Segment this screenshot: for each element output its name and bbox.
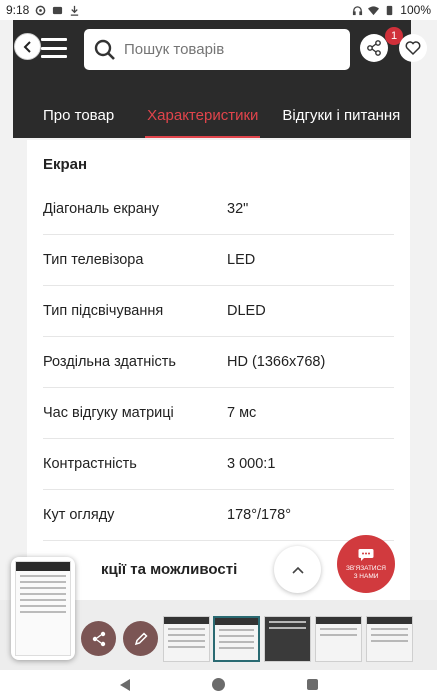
- spec-value: HD (1366x768): [227, 354, 326, 370]
- settings-icon: [36, 5, 46, 15]
- search-bar[interactable]: [84, 29, 350, 70]
- battery-icon: [387, 5, 393, 15]
- spec-key: Контрастність: [43, 456, 137, 472]
- spec-value: LED: [227, 252, 256, 268]
- search-input[interactable]: [124, 41, 324, 58]
- spec-row: Контрастність 3 000:1: [43, 439, 394, 490]
- spec-row: Діагональ екрану 32": [43, 184, 394, 235]
- app-header: 1 Про товар Характеристики Відгуки і пит…: [13, 20, 427, 138]
- thumbnail[interactable]: [315, 616, 362, 662]
- screen: 9:18 100% 1 Про товар Х: [0, 0, 437, 699]
- wifi-icon: [368, 5, 380, 15]
- back-button[interactable]: [14, 33, 41, 60]
- spec-key: Кут огляду: [43, 507, 115, 523]
- heart-icon: [405, 41, 421, 56]
- spec-row: Час відгуку матриці 7 мс: [43, 388, 394, 439]
- section-title-screen: Екран: [43, 155, 88, 173]
- headphones-icon: [353, 5, 363, 15]
- search-icon: [94, 39, 115, 60]
- nav-back-icon[interactable]: [119, 678, 130, 691]
- contact-label-line1: ЗВ'ЯЗАТИСЯ: [346, 564, 386, 572]
- spec-key: Час відгуку матриці: [43, 405, 174, 421]
- spec-key: Діагональ екрану: [43, 201, 160, 217]
- spec-row: Роздільна здатність HD (1366x768): [43, 337, 394, 388]
- status-bar: 9:18 100%: [0, 0, 437, 20]
- thumbnail[interactable]: [163, 616, 210, 662]
- product-tabs: Про товар Характеристики Відгуки і питан…: [13, 96, 411, 138]
- contact-label-line2: З НАМИ: [353, 572, 379, 580]
- spec-value: 7 мс: [227, 405, 257, 421]
- thumbnail[interactable]: [366, 616, 413, 662]
- spec-row: Тип підсвічування DLED: [43, 286, 394, 337]
- scroll-to-top-button[interactable]: [274, 546, 321, 593]
- menu-icon[interactable]: [41, 38, 67, 58]
- spec-value: DLED: [227, 303, 266, 319]
- pencil-icon: [134, 631, 148, 645]
- spec-value: 178°/178°: [227, 507, 292, 523]
- battery-level: 100%: [400, 3, 431, 17]
- chevron-left-icon: [23, 40, 31, 53]
- notification-icon: [53, 6, 63, 14]
- system-navigation-bar: [0, 670, 437, 699]
- contact-us-button[interactable]: ЗВ'ЯЗАТИСЯ З НАМИ: [337, 535, 395, 593]
- share-icon: [367, 40, 381, 56]
- chevron-up-icon: [291, 566, 304, 574]
- spec-row: Кут огляду 178°/178°: [43, 490, 394, 541]
- download-icon: [71, 5, 79, 16]
- spec-key: Тип телевізора: [43, 252, 144, 268]
- share-icon: [92, 631, 105, 646]
- spec-key: Тип підсвічування: [43, 303, 164, 319]
- tab-about[interactable]: Про товар: [43, 107, 114, 128]
- wishlist-button[interactable]: [399, 34, 427, 62]
- thumbnail-selected[interactable]: [213, 616, 260, 662]
- nav-recents-icon[interactable]: [306, 679, 318, 690]
- spec-key: Роздільна здатність: [43, 354, 176, 370]
- nav-home-icon[interactable]: [211, 678, 225, 691]
- spec-row: Тип телевізора LED: [43, 235, 394, 286]
- screenshot-preview[interactable]: [11, 557, 75, 660]
- share-button[interactable]: [360, 34, 388, 62]
- spec-value: 32": [227, 201, 249, 217]
- spec-value: 3 000:1: [227, 456, 276, 472]
- share-screenshot-button[interactable]: [81, 621, 116, 656]
- thumbnail[interactable]: [264, 616, 311, 662]
- status-time: 9:18: [6, 3, 30, 17]
- tab-specifications[interactable]: Характеристики: [145, 107, 261, 138]
- tab-reviews[interactable]: Відгуки і питання: [282, 107, 400, 128]
- edit-screenshot-button[interactable]: [123, 621, 158, 656]
- chat-icon: [358, 548, 374, 561]
